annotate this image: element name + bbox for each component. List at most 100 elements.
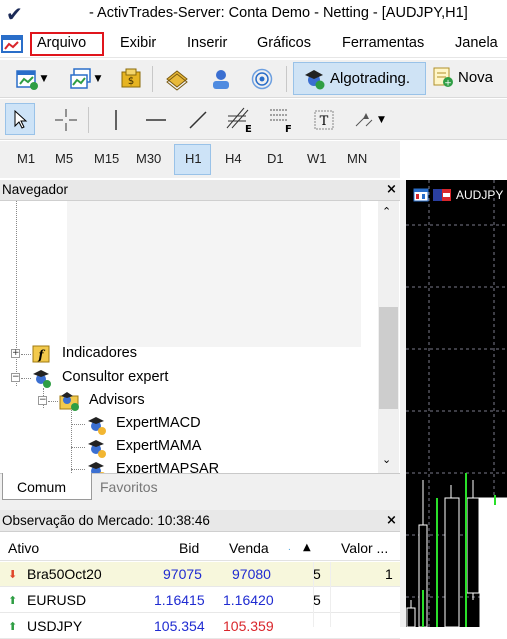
cursor-button[interactable] [5,103,35,135]
menu-inserir[interactable]: Inserir [187,35,227,51]
timeframe-h4[interactable]: H4 [225,151,242,166]
timeframe-m5[interactable]: M5 [55,151,73,166]
navigator-header: Navegador × [0,180,400,201]
horizontal-line-icon[interactable] [142,106,170,134]
table-row[interactable]: ⬇ Bra50Oct20 97075 97080 5 1 [0,562,400,587]
tab-comum-label: Comum [17,479,67,495]
navigator-button[interactable] [206,65,236,93]
standard-toolbar: ▼ ▼ $ [0,60,507,98]
trendline-icon[interactable] [184,106,212,134]
text-tool-icon[interactable]: T [310,106,338,134]
row-ask: 97080 [232,566,271,582]
row-symbol: EURUSD [27,592,87,608]
market-watch-header: Observação do Mercado: 10:38:46 × [0,510,400,532]
navigator-blank-area [67,201,361,347]
column-venda[interactable]: Venda [229,540,269,556]
row-bid: 97075 [163,566,202,582]
menu-graficos[interactable]: Gráficos [257,35,311,51]
close-icon[interactable]: × [386,182,397,197]
menu-ferramentas[interactable]: Ferramentas [342,35,424,51]
folder-expert-icon [59,392,79,411]
app-chart-icon[interactable] [1,34,23,54]
timeframe-h1[interactable]: H1 [185,151,202,166]
tree-item-advisors[interactable]: Advisors [89,392,145,408]
menu-exibir[interactable]: Exibir [120,35,156,51]
navigator-title: Navegador [2,182,69,197]
new-chart-button[interactable]: ▼ [8,65,54,93]
row-spread: 5 [313,566,321,582]
arrows-icon [355,113,373,127]
table-row[interactable]: ⬆ EURUSD 1.16415 1.16420 5 [0,588,400,613]
timeframe-m1[interactable]: M1 [17,151,35,166]
scroll-down-icon[interactable]: ⌄ [382,453,391,466]
timeframe-mn[interactable]: MN [347,151,367,166]
vertical-line-icon[interactable] [102,106,130,134]
expert-hat-icon [305,69,325,89]
title-bar: ✔ - ActivTrades-Server: Conta Demo - Net… [0,0,507,28]
column-spread-dot: . [288,542,291,553]
column-ativo[interactable]: Ativo [8,540,39,556]
expert-hat-icon [88,417,106,435]
window-title: - ActivTrades-Server: Conta Demo - Netti… [89,5,468,21]
timeframe-m30[interactable]: M30 [136,151,161,166]
expert-hat-icon [88,440,106,458]
signals-button[interactable] [247,65,277,93]
tree-item-expert-macd[interactable]: ExpertMACD [116,415,201,431]
scroll-up-icon[interactable]: ⌃ [382,205,391,218]
algotrading-button[interactable]: Algotrading. [293,62,426,95]
candlestick-chart [406,180,507,628]
svg-text:F: F [285,124,292,134]
flags-icon [433,189,451,201]
fibonacci-expansion-icon[interactable]: E [224,104,254,134]
row-spread: 5 [313,592,321,608]
timeframe-d1[interactable]: D1 [267,151,284,166]
svg-text:$: $ [128,76,134,87]
data-window-button[interactable] [162,65,192,93]
tab-favoritos[interactable]: Favoritos [100,479,158,495]
chart-window-icon [413,188,429,202]
profiles-icon [69,68,91,89]
row-ask: 1.16420 [223,592,274,608]
sort-ascending-icon[interactable]: ▲ [303,542,311,553]
collapse-expert-advisors-icon[interactable]: − [11,373,20,382]
tab-comum[interactable]: Comum [2,473,92,500]
column-bid[interactable]: Bid [179,540,199,556]
database-icon [166,70,188,91]
close-icon[interactable]: × [386,513,397,528]
svg-text:T: T [320,114,329,129]
row-bid: 105.354 [154,618,205,634]
row-value: 1 [385,566,393,582]
new-order-icon: + [433,67,453,89]
tree-item-expert-mama[interactable]: ExpertMAMA [116,438,201,454]
new-order-button[interactable]: + Nova [432,66,493,88]
tree-item-expert-advisors[interactable]: Consultor expert [62,369,168,385]
templates-button[interactable]: $ [116,65,146,93]
chart-window[interactable]: AUDJPY [406,180,507,628]
app-check-icon: ✔ [6,2,23,26]
timeframe-w1[interactable]: W1 [307,151,327,166]
crosshair-icon[interactable] [52,106,80,134]
arrows-tool-button[interactable]: ▼ [352,106,385,134]
money-icon: $ [121,68,141,88]
svg-text:+: + [444,79,452,89]
new-order-label: Nova [458,68,494,86]
fibonacci-icon[interactable]: F [266,104,296,134]
profiles-button[interactable]: ▼ [62,65,108,93]
menu-janela[interactable]: Janela [455,35,498,51]
navigator-scroll-thumb[interactable] [379,307,398,409]
tree-item-indicators[interactable]: Indicadores [62,345,137,361]
row-symbol: Bra50Oct20 [27,566,102,582]
arrow-up-icon: ⬆ [8,594,18,607]
arrow-down-icon: ⬇ [8,568,18,581]
chevron-down-icon: ▼ [378,115,385,125]
expert-hat-icon [33,370,51,388]
menu-arquivo-highlight [30,32,104,56]
chevron-down-icon: ▼ [94,74,102,84]
new-chart-icon [15,70,38,90]
timeframe-m15[interactable]: M15 [94,151,119,166]
column-valor[interactable]: Valor ... [341,540,388,556]
expand-indicators-icon[interactable]: + [11,349,20,358]
broadcast-icon [251,68,273,90]
row-ask: 105.359 [223,618,274,634]
collapse-advisors-icon[interactable]: − [38,396,47,405]
